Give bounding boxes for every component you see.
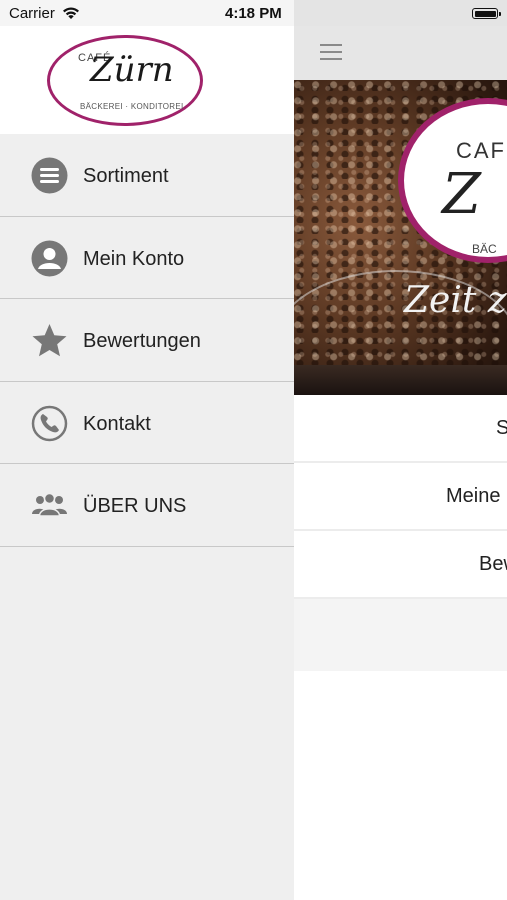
clock: 4:18 PM [225, 5, 282, 22]
hero-logo-name: Z [442, 162, 481, 227]
app-list-row [294, 599, 507, 671]
menu-item-ueber-uns[interactable]: ÜBER UNS [0, 464, 294, 547]
hamburger-menu-icon[interactable] [320, 44, 342, 60]
menu-item-bewertungen[interactable]: Bewertungen [0, 299, 294, 382]
app-row-label: S [496, 417, 507, 439]
menu-item-label: ÜBER UNS [83, 495, 187, 517]
user-icon [31, 240, 68, 276]
wifi-icon [63, 7, 79, 19]
status-bar-left: Carrier 4:18 PM [0, 0, 294, 26]
side-drawer: Carrier 4:18 PM CAFÉ Zürn BÄCKEREI · KON… [0, 0, 294, 900]
group-icon [32, 492, 67, 517]
menu-item-label: Mein Konto [83, 247, 185, 270]
menu-item-mein-konto[interactable]: Mein Konto [0, 217, 294, 299]
hero-logo-cafe: CAF [456, 138, 506, 163]
app-list-row[interactable]: Bew [294, 531, 507, 599]
phone-icon [31, 405, 68, 441]
drawer-empty-area [0, 547, 294, 900]
app-list-row[interactable]: Meine [294, 463, 507, 531]
app-row-label: Meine [446, 485, 501, 507]
hero-banner: CAF Z BÄC Zeit z [294, 80, 507, 395]
menu-item-label: Sortiment [83, 165, 169, 187]
app-list-row[interactable]: S [294, 395, 507, 463]
app-main-list: S Meine Bew [294, 395, 507, 671]
app-row-label: Bew [479, 553, 507, 575]
battery-icon [472, 8, 501, 19]
hero-logo-subtitle: BÄC [472, 242, 497, 256]
carrier-label: Carrier [9, 5, 55, 22]
drawer-menu: Sortiment Mein Konto Bewertungen Kontakt [0, 134, 294, 547]
menu-item-label: Kontakt [83, 412, 151, 435]
menu-item-kontakt[interactable]: Kontakt [0, 382, 294, 464]
logo-name-text: Zürn [90, 50, 174, 90]
cafe-logo: CAFÉ Zürn BÄCKEREI · KONDITOREI [47, 35, 203, 126]
table-surface [294, 365, 507, 395]
drawer-header: CAFÉ Zürn BÄCKEREI · KONDITOREI [0, 26, 294, 134]
logo-subtitle-text: BÄCKEREI · KONDITOREI [80, 102, 184, 111]
menu-item-label: Bewertungen [83, 330, 201, 352]
star-icon [32, 324, 67, 357]
list-icon [31, 157, 68, 194]
menu-item-sortiment[interactable]: Sortiment [0, 134, 294, 217]
hero-slogan: Zeit z [404, 280, 507, 321]
